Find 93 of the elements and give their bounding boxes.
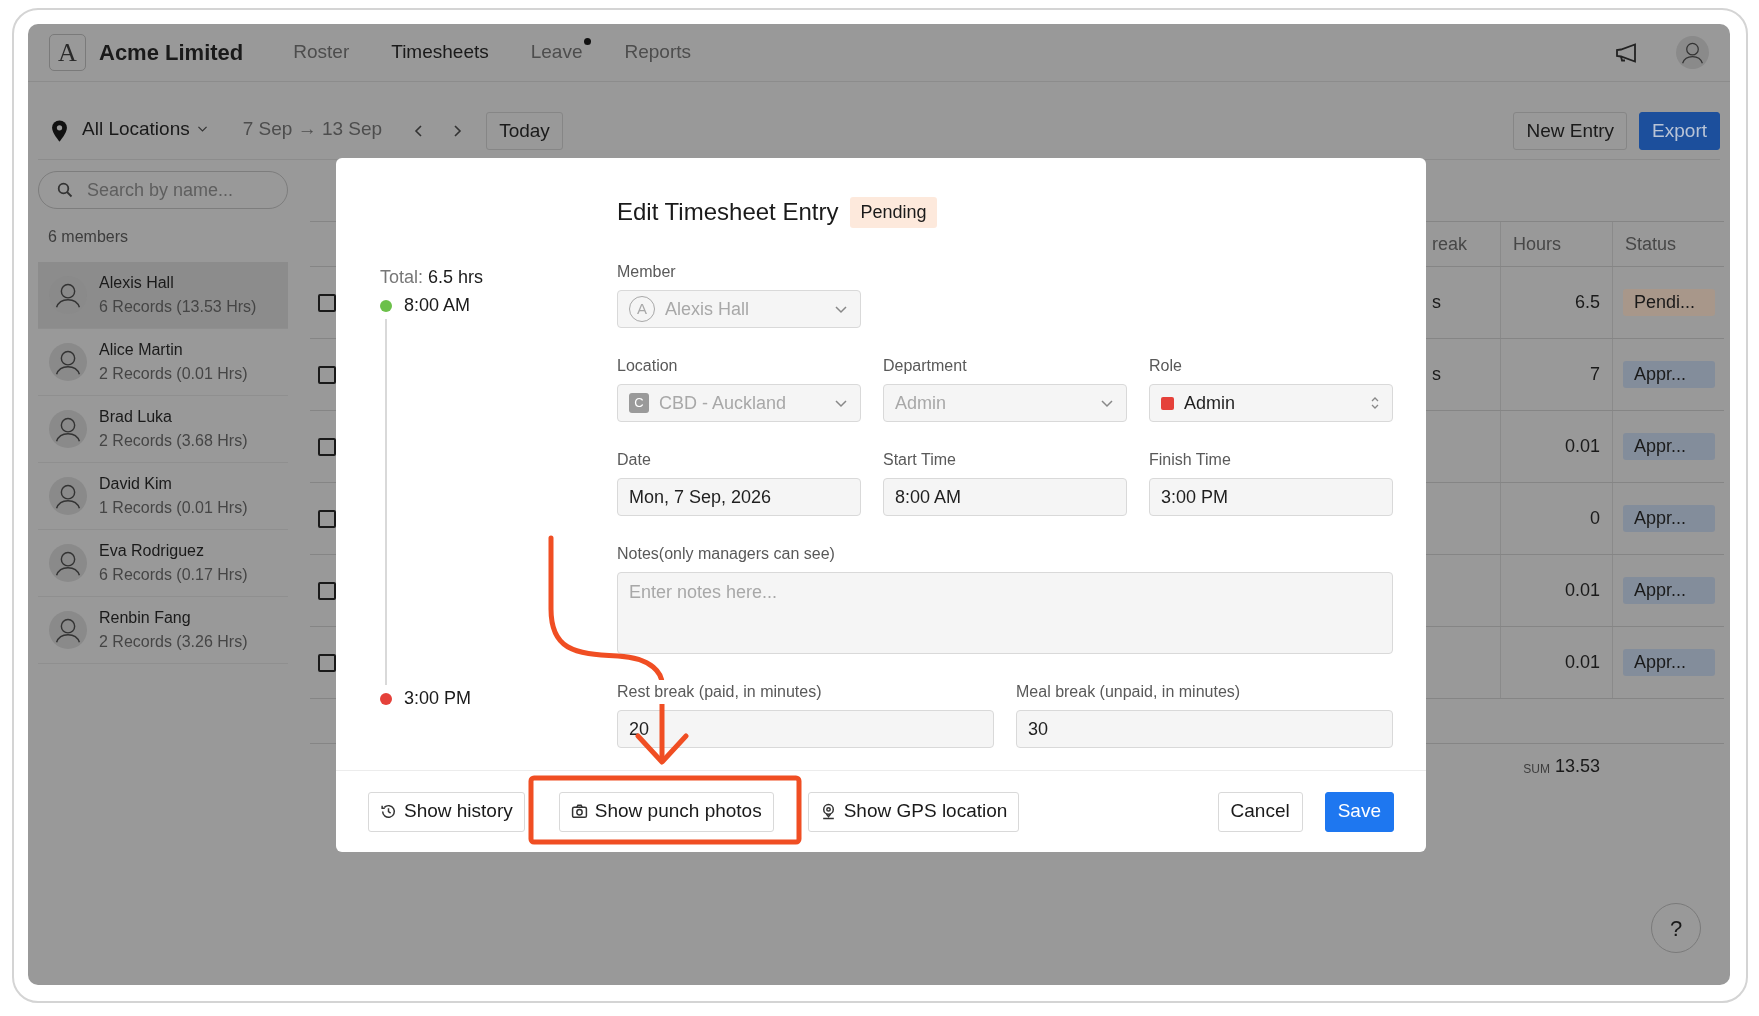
column-header: Hours — [1513, 232, 1561, 256]
member-name: Renbin Fang — [99, 608, 192, 628]
member-records: 2 Records (3.68 Hrs) — [99, 431, 248, 451]
table-cell-text: s — [1432, 363, 1441, 386]
member-records: 6 Records (13.53 Hrs) — [99, 297, 257, 317]
today-button[interactable]: Today — [486, 112, 563, 150]
table-cell-text: 0.01 — [1564, 435, 1600, 458]
table-cell-text: 0.01 — [1564, 579, 1600, 602]
input-field[interactable]: Mon, 7 Sep, 2026 — [617, 478, 861, 516]
location-pin-icon — [51, 120, 68, 142]
field-label: Notes(only managers can see) — [617, 544, 836, 564]
save-button[interactable]: Save — [1324, 791, 1394, 832]
select-value: Admin — [895, 391, 948, 415]
member-name: David Kim — [99, 474, 173, 494]
select-value: CBD - Auckland — [659, 391, 788, 415]
field-label: Start Time — [883, 450, 957, 470]
input-field[interactable]: 3:00 PM — [1149, 478, 1393, 516]
field-label: Date — [617, 450, 652, 470]
logo[interactable]: A — [49, 34, 86, 71]
cancel-button[interactable]: Cancel — [1217, 791, 1303, 832]
field-label: Meal break (unpaid, in minutes) — [1016, 682, 1242, 702]
member-count: 6 members — [48, 227, 130, 247]
status-badge: Appr... — [1623, 649, 1715, 676]
start-time: 8:00 AM — [404, 294, 471, 317]
member-records: 2 Records (3.26 Hrs) — [99, 632, 248, 652]
field-label: Role — [1149, 356, 1183, 376]
search-placeholder: Search by name... — [87, 178, 234, 202]
member-name: Eva Rodriguez — [99, 541, 205, 561]
member-name: Alexis Hall — [99, 273, 175, 293]
total-hours: 6.5 hrs — [428, 267, 484, 287]
sort-arrows-icon — [1369, 395, 1381, 411]
search-icon — [57, 182, 73, 198]
field-label: Member — [617, 262, 677, 282]
status-badge: Appr... — [1623, 505, 1715, 532]
avatar-icon — [49, 544, 87, 582]
avatar-icon — [1676, 36, 1709, 69]
member-list-item[interactable]: Eva Rodriguez 6 Records (0.17 Hrs) — [38, 530, 288, 597]
dialog-button[interactable]: Show punch photos — [558, 791, 774, 832]
column-header: reak — [1432, 232, 1467, 256]
status-badge: Appr... — [1623, 433, 1715, 460]
dialog-button[interactable]: Show history — [368, 791, 525, 832]
date-range: 7 Sep → 13 Sep — [242, 116, 383, 141]
brand-name: Acme Limited — [99, 39, 244, 67]
finish-time: 3:00 PM — [404, 687, 472, 710]
member-records: 6 Records (0.17 Hrs) — [99, 565, 248, 585]
field-label: Department — [883, 356, 968, 376]
avatar-icon — [49, 477, 87, 515]
status-badge: Pending — [850, 196, 937, 228]
status-badge: Pendi... — [1623, 289, 1715, 316]
avatar-icon — [49, 410, 87, 448]
table-cell-text: s — [1432, 291, 1441, 314]
member-name: Brad Luka — [99, 407, 173, 427]
select-value: Alexis Hall — [665, 297, 751, 321]
column-header: Status — [1625, 232, 1677, 256]
total-label: Total: — [380, 267, 424, 287]
help-button[interactable]: ? — [1651, 903, 1701, 953]
input-field[interactable]: 20 — [617, 710, 994, 748]
avatar-icon — [49, 343, 87, 381]
table-cell-text: 6.5 — [1574, 291, 1600, 314]
input-field[interactable]: 30 — [1016, 710, 1393, 748]
member-list-item[interactable]: Alice Martin 2 Records (0.01 Hrs) — [38, 329, 288, 396]
nav-tab[interactable]: Timesheets — [391, 38, 489, 67]
member-list-item[interactable]: David Kim 1 Records (0.01 Hrs) — [38, 463, 288, 530]
sum-label: SUM — [1523, 760, 1550, 778]
field-label: Finish Time — [1149, 450, 1232, 470]
dialog-title: Edit Timesheet Entry — [617, 197, 839, 227]
input-field[interactable]: 8:00 AM — [883, 478, 1127, 516]
camera-icon — [570, 803, 588, 820]
new-entry-button[interactable]: New Entry — [1513, 112, 1628, 150]
megaphone-icon[interactable] — [1614, 41, 1638, 64]
avatar-icon — [49, 611, 87, 649]
sum-value: 13.53 — [1554, 754, 1600, 778]
location-dropdown[interactable]: All Locations — [82, 114, 209, 143]
member-name: Alice Martin — [99, 340, 184, 360]
location-badge: C — [629, 393, 649, 413]
notes-field[interactable]: Enter notes here... — [617, 572, 1393, 654]
member-records: 1 Records (0.01 Hrs) — [99, 498, 248, 518]
export-button[interactable]: Export — [1639, 112, 1720, 150]
table-cell-text: 7 — [1590, 363, 1600, 386]
member-list-item[interactable]: Brad Luka 2 Records (3.68 Hrs) — [38, 396, 288, 463]
table-cell-text: 0.01 — [1564, 651, 1600, 674]
status-badge: Appr... — [1623, 361, 1715, 388]
member-records: 2 Records (0.01 Hrs) — [99, 364, 248, 384]
member-list-item[interactable]: Alexis Hall 6 Records (13.53 Hrs) — [38, 262, 288, 329]
field-label: Location — [617, 356, 679, 376]
history-icon — [380, 803, 397, 820]
nav-tab[interactable]: Reports — [624, 38, 692, 67]
select-field[interactable]: Admin — [1149, 384, 1393, 422]
dialog-button[interactable]: Show GPS location — [807, 791, 1020, 832]
member-list-item[interactable]: Renbin Fang 2 Records (3.26 Hrs) — [38, 597, 288, 664]
select-value: Admin — [1184, 391, 1237, 415]
table-cell-text: 0 — [1590, 507, 1600, 530]
status-badge: Appr... — [1623, 577, 1715, 604]
